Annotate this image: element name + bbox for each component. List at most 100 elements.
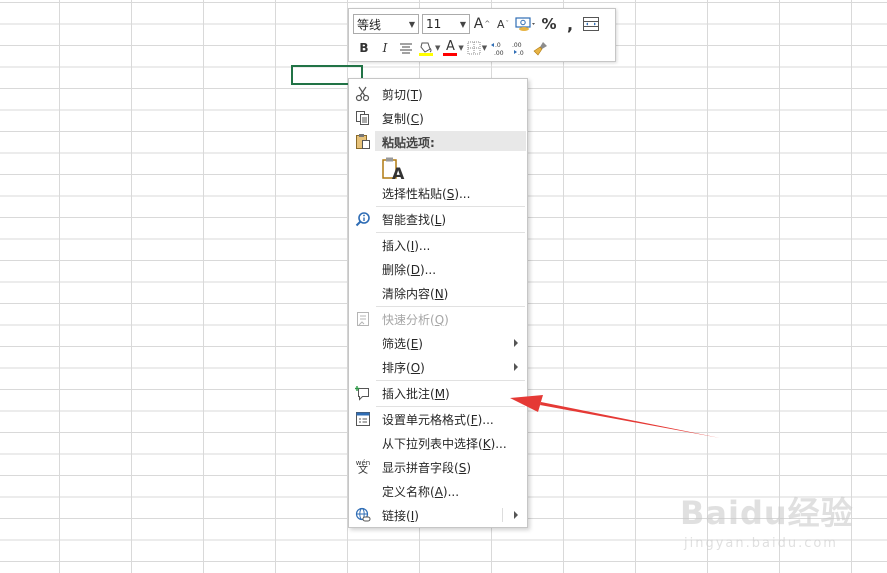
font-size-value: 11 xyxy=(426,17,442,31)
chevron-down-icon: ▼ xyxy=(435,44,441,52)
menu-item-label: 快速分析(Q) xyxy=(382,312,449,327)
accounting-format-button[interactable] xyxy=(515,14,537,34)
fill-color-button[interactable]: ▼ xyxy=(418,38,440,58)
menu-item-label: 链接(I) xyxy=(382,508,419,523)
menu-item-pick-from-dropdown[interactable]: 从下拉列表中选择(K)... xyxy=(349,431,527,455)
menu-item-label: 定义名称(A)... xyxy=(382,484,460,499)
borders-button[interactable]: ▼ xyxy=(467,38,487,58)
borders-icon xyxy=(467,41,481,55)
italic-label: I xyxy=(382,41,388,55)
align-center-icon xyxy=(400,43,412,54)
bold-label: B xyxy=(359,41,369,55)
menu-item-quick-analysis: 快速分析(Q) xyxy=(349,307,527,331)
scissors-icon xyxy=(355,86,371,102)
decrease-decimal-icon: .00 .0 xyxy=(512,42,524,56)
chevron-down-icon: ▼ xyxy=(481,44,488,52)
center-align-button[interactable] xyxy=(397,38,415,58)
watermark-brand: Baidu经验 xyxy=(680,494,854,532)
menu-item-cut[interactable]: 剪切(T) xyxy=(349,82,527,106)
quick-analysis-icon xyxy=(355,311,371,327)
menu-item-label: 排序(O) xyxy=(382,360,425,375)
menu-item-smart-lookup[interactable]: 智能查找(L) xyxy=(349,207,527,231)
format-painter-icon xyxy=(533,42,548,56)
percent-label: % xyxy=(541,15,557,33)
chevron-down-icon: ▼ xyxy=(458,44,464,52)
menu-item-copy[interactable]: 复制(C) xyxy=(349,106,527,130)
paste-options-label: 粘贴选项: xyxy=(382,136,435,150)
menu-item-insert-comment[interactable]: 插入批注(M) xyxy=(349,381,527,405)
menu-item-label: 智能查找(L) xyxy=(382,212,447,227)
shrink-font-button[interactable]: Aˇ xyxy=(494,14,512,34)
menu-item-label: 插入批注(M) xyxy=(382,386,450,401)
font-color-bar xyxy=(443,53,458,56)
merge-center-button[interactable] xyxy=(582,14,600,34)
font-name-combo[interactable]: 等线 ▼ xyxy=(353,14,419,34)
grow-font-label: A xyxy=(473,16,484,32)
menu-item-define-name[interactable]: 定义名称(A)... xyxy=(349,479,527,503)
menu-item-clear-contents[interactable]: 清除内容(N) xyxy=(349,281,527,305)
caret-down-icon: ˇ xyxy=(505,20,510,28)
menu-item-label: 插入(I)... xyxy=(382,238,431,253)
paint-bucket-icon xyxy=(419,42,433,56)
baidu-watermark: Baidu经验 jingyan.baidu.com xyxy=(680,480,880,570)
menu-item-link[interactable]: 链接(I) xyxy=(349,503,527,527)
svg-text:.00: .00 xyxy=(494,50,504,56)
phonetic-icon: wén 文 xyxy=(355,459,371,476)
decrease-decimal-button[interactable]: .00 .0 xyxy=(511,38,529,58)
phonetic-bottom-text: 文 xyxy=(358,465,368,476)
bold-button[interactable]: B xyxy=(355,38,373,58)
menu-item-label: 显示拼音字段(S) xyxy=(382,460,471,475)
menu-item-label: 筛选(E) xyxy=(382,336,423,351)
menu-item-label: 剪切(T) xyxy=(382,87,423,102)
menu-item-sort[interactable]: 排序(O) xyxy=(349,355,527,379)
grow-font-button[interactable]: A ^ xyxy=(473,14,491,34)
accounting-format-icon xyxy=(515,17,535,31)
menu-item-label: 设置单元格格式(F)... xyxy=(382,412,494,427)
comma-label: , xyxy=(566,14,574,34)
font-color-swatch: A xyxy=(443,39,458,56)
menu-item-filter[interactable]: 筛选(E) xyxy=(349,331,527,355)
svg-text:.0: .0 xyxy=(495,42,501,49)
format-painter-button[interactable] xyxy=(532,38,550,58)
mini-toolbar: 等线 ▼ 11 ▼ A ^ Aˇ % , B I ▼ A ▼ ▼ .0 .00 … xyxy=(348,8,616,62)
copy-icon xyxy=(355,110,371,126)
shrink-font-label: A xyxy=(496,17,505,31)
percent-style-button[interactable]: % xyxy=(540,14,558,34)
chevron-down-icon: ▼ xyxy=(408,19,415,29)
svg-text:.00: .00 xyxy=(512,42,522,49)
menu-item-delete[interactable]: 删除(D)... xyxy=(349,257,527,281)
menu-item-label: 清除内容(N) xyxy=(382,286,449,301)
submenu-arrow-icon[interactable] xyxy=(514,511,518,519)
clipboard-icon xyxy=(355,133,371,149)
submenu-arrow-icon xyxy=(514,339,518,347)
watermark-url: jingyan.baidu.com xyxy=(684,536,838,551)
font-color-label: A xyxy=(445,39,455,54)
font-size-combo[interactable]: 11 ▼ xyxy=(422,14,470,34)
link-icon xyxy=(355,507,371,523)
italic-button[interactable]: I xyxy=(376,38,394,58)
increase-decimal-icon: .0 .00 xyxy=(491,42,504,56)
svg-text:.0: .0 xyxy=(518,50,524,56)
caret-up-icon: ^ xyxy=(484,20,491,28)
format-cells-icon xyxy=(355,411,371,427)
comma-style-button[interactable]: , xyxy=(561,14,579,34)
menu-item-insert[interactable]: 插入(I)... xyxy=(349,233,527,257)
menu-item-label: 删除(D)... xyxy=(382,262,437,277)
font-name-value: 等线 xyxy=(357,17,382,32)
context-menu: 剪切(T) 复制(C) 粘贴选项: A 选择性粘贴(S)... 智能查找(L) … xyxy=(348,78,528,528)
menu-item-label: 选择性粘贴(S)... xyxy=(382,186,471,201)
insert-comment-icon xyxy=(355,385,371,401)
merge-center-icon xyxy=(583,17,599,31)
menu-item-show-phonetic[interactable]: wén 文 显示拼音字段(S) xyxy=(349,455,527,479)
paste-values-option-button[interactable]: A xyxy=(382,157,404,183)
split-divider xyxy=(502,508,503,522)
submenu-arrow-icon xyxy=(514,363,518,371)
menu-item-label: 从下拉列表中选择(K)... xyxy=(382,436,507,451)
font-color-button[interactable]: A ▼ xyxy=(443,38,464,58)
smart-lookup-icon xyxy=(355,211,371,227)
increase-decimal-button[interactable]: .0 .00 xyxy=(490,38,508,58)
menu-item-format-cells[interactable]: 设置单元格格式(F)... xyxy=(349,407,527,431)
paste-options-header: 粘贴选项: xyxy=(375,131,526,151)
menu-item-paste-special[interactable]: 选择性粘贴(S)... xyxy=(349,181,527,205)
chevron-down-icon: ▼ xyxy=(459,19,466,29)
